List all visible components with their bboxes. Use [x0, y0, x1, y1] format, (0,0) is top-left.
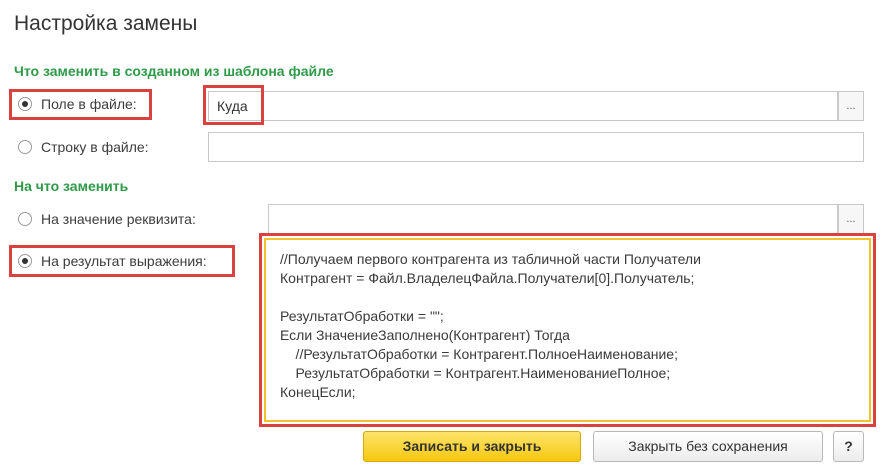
save-and-close-button[interactable]: Записать и закрыть [363, 431, 581, 462]
string-in-file-radio[interactable] [18, 140, 32, 154]
code-line: Контрагент = Файл.ВладелецФайла.Получате… [280, 270, 695, 286]
close-without-saving-button[interactable]: Закрыть без сохранения [593, 431, 823, 462]
code-line: //РезультатОбработки = Контрагент.Полное… [280, 346, 678, 362]
field-value-highlight [203, 85, 264, 125]
string-in-file-label[interactable]: Строку в файле: [41, 139, 149, 155]
expression-result-radio[interactable] [18, 254, 32, 268]
code-line: КонецЕсли; [280, 384, 356, 400]
field-in-file-input[interactable]: Куда [208, 91, 838, 121]
attribute-value-select-button[interactable]: ... [838, 204, 864, 234]
attribute-value-input[interactable] [268, 204, 838, 234]
code-line: Если ЗначениеЗаполнено(Контрагент) Тогда [280, 327, 570, 343]
attribute-value-radio[interactable] [18, 212, 32, 226]
field-in-file-radio[interactable] [18, 97, 32, 111]
help-button[interactable]: ? [833, 431, 864, 462]
code-line: РезультатОбработки = Контрагент.Наименов… [280, 365, 671, 381]
dialog-title: Настройка замены [14, 12, 198, 35]
code-line: РезультатОбработки = ""; [280, 308, 444, 324]
field-in-file-label[interactable]: Поле в файле: [41, 96, 137, 112]
what-section-heading: Что заменить в созданном из шаблона файл… [14, 63, 334, 79]
with-section-heading: На что заменить [14, 178, 129, 194]
string-in-file-input[interactable] [208, 132, 864, 162]
field-in-file-select-button[interactable]: ... [838, 91, 864, 121]
code-line: //Получаем первого контрагента из таблич… [280, 251, 701, 267]
attribute-value-label[interactable]: На значение реквизита: [41, 211, 196, 227]
expression-editor[interactable]: //Получаем первого контрагента из таблич… [264, 238, 871, 422]
expression-result-label[interactable]: На результат выражения: [41, 253, 207, 269]
